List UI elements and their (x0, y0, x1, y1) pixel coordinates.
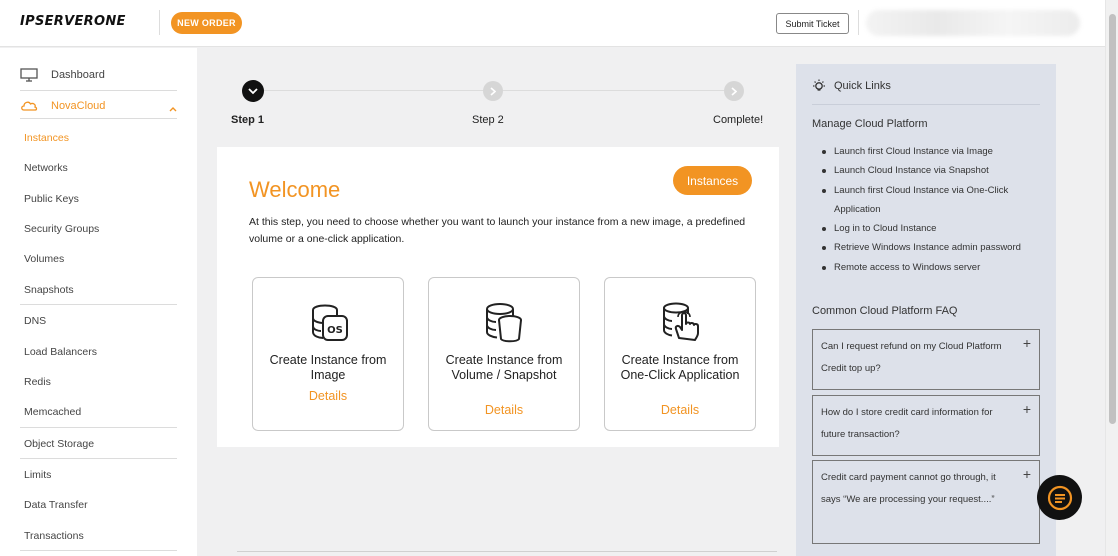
quick-links-divider (812, 104, 1040, 105)
one-click-app-icon (659, 300, 703, 344)
chevron-right-icon (731, 86, 737, 96)
sidebar-divider (20, 458, 177, 459)
sidebar-item-memcached[interactable]: Memcached (24, 405, 81, 419)
content-bottom-divider (237, 551, 777, 552)
chat-widget-button[interactable] (1037, 475, 1082, 520)
header-divider (159, 10, 160, 35)
option-title: Create Instance from Volume / Snapshot (445, 353, 563, 382)
plus-icon[interactable]: + (1023, 336, 1031, 350)
sidebar-item-dashboard[interactable]: Dashboard (20, 64, 105, 86)
option-create-from-one-click-app[interactable]: Create Instance from One-Click Applicati… (604, 277, 756, 431)
manage-cloud-heading: Manage Cloud Platform (812, 118, 928, 130)
sidebar-divider (20, 90, 177, 91)
plus-icon[interactable]: + (1023, 402, 1031, 416)
step-2-indicator (483, 81, 503, 101)
sidebar-item-public-keys[interactable]: Public Keys (24, 192, 79, 206)
scrollbar-thumb[interactable] (1109, 14, 1116, 424)
faq-item[interactable]: How do I store credit card information f… (812, 395, 1040, 456)
sidebar-divider (20, 304, 177, 305)
list-item[interactable]: Launch first Cloud Instance via Image (822, 142, 1042, 161)
sidebar-item-networks[interactable]: Networks (24, 161, 68, 175)
sidebar-item-novacloud[interactable]: NovaCloud (20, 95, 105, 117)
sidebar-item-limits[interactable]: Limits (24, 468, 51, 482)
new-order-button[interactable]: NEW ORDER (171, 12, 242, 34)
faq-item[interactable]: Can I request refund on my Cloud Platfor… (812, 329, 1040, 390)
faq-item[interactable]: Credit card payment cannot go through, i… (812, 460, 1040, 544)
sidebar-divider (20, 118, 177, 119)
list-item[interactable]: Remote access to Windows server (822, 258, 1042, 277)
plus-icon[interactable]: + (1023, 467, 1031, 481)
faq-heading: Common Cloud Platform FAQ (812, 305, 958, 317)
option-details-link[interactable]: Details (253, 389, 403, 403)
list-item[interactable]: Launch Cloud Instance via Snapshot (822, 161, 1042, 180)
header-divider-right (858, 10, 859, 35)
list-item[interactable]: Launch first Cloud Instance via One-Clic… (822, 181, 1042, 220)
chat-icon (1047, 485, 1072, 510)
instances-button[interactable]: Instances (673, 166, 752, 195)
volume-snapshot-icon (483, 300, 527, 344)
quick-links-list: Launch first Cloud Instance via Image La… (822, 142, 1042, 277)
sidebar-item-data-transfer[interactable]: Data Transfer (24, 498, 88, 512)
option-title: Create Instance from Image (269, 353, 387, 382)
chevron-down-icon (248, 87, 258, 94)
faq-question: How do I store credit card information f… (821, 407, 993, 440)
sidebar-item-instances[interactable]: Instances (24, 131, 69, 145)
sidebar-item-security-groups[interactable]: Security Groups (24, 222, 99, 236)
chevron-right-icon (490, 86, 496, 96)
top-header: IPSERVERONE NEW ORDER Submit Ticket (0, 0, 1105, 47)
faq-question: Credit card payment cannot go through, i… (821, 472, 996, 505)
sidebar-item-dns[interactable]: DNS (24, 314, 46, 328)
faq-question: Can I request refund on my Cloud Platfor… (821, 341, 1002, 374)
page-scrollbar[interactable] (1105, 0, 1118, 556)
chevron-up-icon[interactable] (169, 104, 177, 115)
sidebar-divider (20, 550, 177, 551)
cloud-icon (20, 99, 38, 113)
step-complete-label: Complete! (713, 114, 764, 126)
list-item[interactable]: Log in to Cloud Instance (822, 219, 1042, 238)
option-details-link[interactable]: Details (429, 403, 579, 417)
quick-links-title: Quick Links (834, 80, 891, 92)
option-title: Create Instance from One-Click Applicati… (620, 353, 740, 382)
sidebar-item-load-balancers[interactable]: Load Balancers (24, 345, 97, 359)
sidebar-novacloud-label: NovaCloud (51, 100, 106, 112)
step-1-label: Step 1 (231, 114, 265, 126)
svg-text:OS: OS (327, 325, 343, 336)
ipserverone-logo[interactable]: IPSERVERONE (20, 14, 126, 29)
list-item[interactable]: Retrieve Windows Instance admin password (822, 238, 1042, 257)
option-details-link[interactable]: Details (605, 403, 755, 417)
option-create-from-volume-snapshot[interactable]: Create Instance from Volume / Snapshot D… (428, 277, 580, 431)
sidebar-dashboard-label: Dashboard (51, 69, 105, 81)
sidebar-item-object-storage[interactable]: Object Storage (24, 437, 94, 451)
option-create-from-image[interactable]: OS Create Instance from Image Details (252, 277, 404, 431)
monitor-icon (20, 68, 38, 82)
lightbulb-icon (812, 79, 826, 93)
sidebar-divider (20, 427, 177, 428)
page-title: Welcome (249, 177, 341, 202)
sidebar-item-snapshots[interactable]: Snapshots (24, 283, 74, 297)
step-2-label: Step 2 (472, 114, 504, 126)
sidebar-item-redis[interactable]: Redis (24, 375, 51, 389)
sidebar-item-transactions[interactable]: Transactions (24, 529, 84, 543)
submit-ticket-button[interactable]: Submit Ticket (776, 13, 849, 34)
intro-text: At this step, you need to choose whether… (249, 216, 746, 245)
step-complete-indicator (724, 81, 744, 101)
image-os-icon: OS (307, 300, 351, 344)
sidebar-item-volumes[interactable]: Volumes (24, 252, 64, 266)
account-menu-blurred[interactable] (866, 10, 1080, 36)
step-1-indicator (242, 80, 264, 102)
